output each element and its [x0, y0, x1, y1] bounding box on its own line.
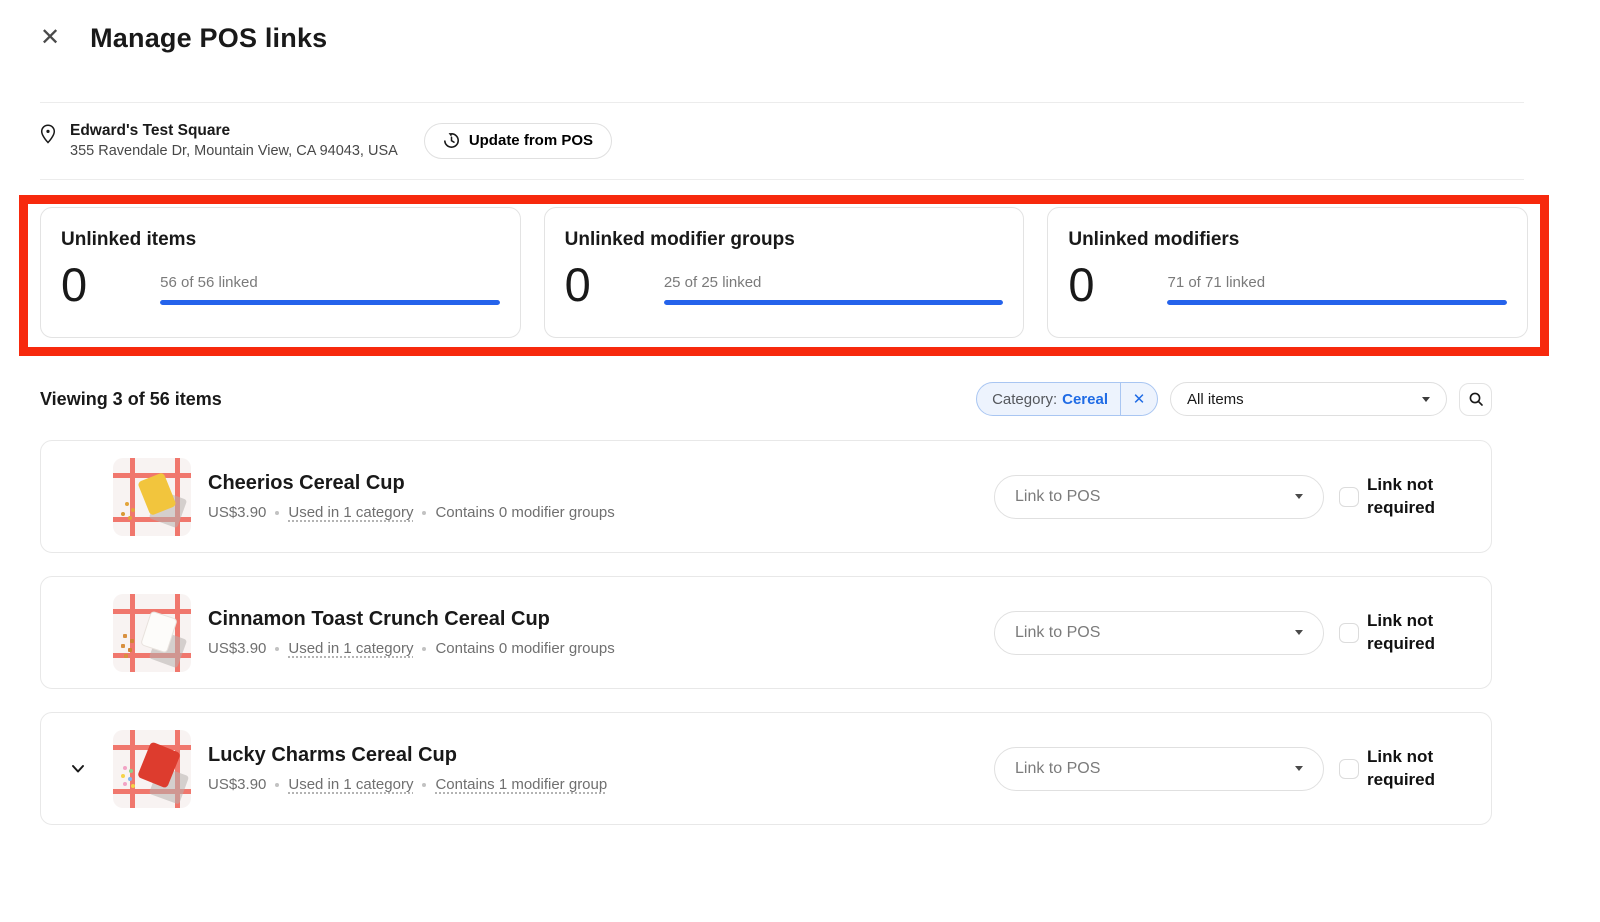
chevron-down-icon [1295, 766, 1303, 771]
link-not-required-checkbox[interactable] [1339, 623, 1359, 643]
filter-chip-value: Cereal [1062, 391, 1108, 408]
chevron-down-icon [1295, 630, 1303, 635]
close-icon[interactable]: ✕ [40, 26, 60, 50]
link-not-required-checkbox[interactable] [1339, 487, 1359, 507]
stat-card-title: Unlinked items [61, 229, 500, 251]
location-info: Edward's Test Square 355 Ravendale Dr, M… [70, 122, 398, 159]
stat-card-unlinked-modifiers: Unlinked modifiers 0 71 of 71 linked [1047, 207, 1528, 338]
item-modifier-info: Contains 0 modifier groups [435, 640, 614, 657]
item-name: Lucky Charms Cereal Cup [208, 744, 607, 767]
item-row-cinnamon-toast-crunch: Cinnamon Toast Crunch Cereal Cup US$3.90… [40, 576, 1492, 689]
dot-separator [275, 783, 279, 787]
items-filter-dropdown[interactable]: All items [1170, 382, 1447, 416]
item-row-lucky-charms: Lucky Charms Cereal Cup US$3.90 Used in … [40, 712, 1492, 825]
item-category-usage[interactable]: Used in 1 category [288, 640, 413, 657]
link-not-required-control: Link not required [1339, 474, 1445, 518]
location-pin-icon [40, 124, 56, 144]
item-image [113, 594, 191, 672]
progress-label: 71 of 71 linked [1167, 274, 1507, 291]
items-toolbar: Viewing 3 of 56 items Category: Cereal ✕… [40, 382, 1492, 416]
progress-bar [1167, 300, 1507, 305]
item-price: US$3.90 [208, 640, 266, 657]
dot-separator [422, 511, 426, 515]
item-info: Cheerios Cereal Cup US$3.90 Used in 1 ca… [208, 472, 615, 521]
search-icon [1468, 391, 1484, 407]
progress-bar [664, 300, 1004, 305]
link-not-required-control: Link not required [1339, 610, 1445, 654]
dot-separator [275, 511, 279, 515]
link-not-required-label: Link not required [1367, 610, 1445, 654]
link-to-pos-dropdown[interactable]: Link to POS [994, 747, 1324, 791]
item-info: Cinnamon Toast Crunch Cereal Cup US$3.90… [208, 608, 615, 657]
stat-card-title: Unlinked modifier groups [565, 229, 1004, 251]
item-meta: US$3.90 Used in 1 category Contains 0 mo… [208, 640, 615, 657]
item-price: US$3.90 [208, 504, 266, 521]
item-name: Cheerios Cereal Cup [208, 472, 615, 495]
progress-bar [160, 300, 500, 305]
update-from-pos-button[interactable]: Update from POS [424, 123, 612, 159]
dot-separator [422, 647, 426, 651]
search-button[interactable] [1459, 383, 1492, 416]
progress-fill [160, 300, 500, 305]
stat-card-title: Unlinked modifiers [1068, 229, 1507, 251]
annotation-highlight-box: Unlinked items 0 56 of 56 linked Unlinke… [19, 195, 1549, 356]
modal-header: ✕ Manage POS links [0, 0, 1600, 60]
item-info: Lucky Charms Cereal Cup US$3.90 Used in … [208, 744, 607, 793]
item-price: US$3.90 [208, 776, 266, 793]
dot-separator [275, 647, 279, 651]
item-image [113, 458, 191, 536]
dot-separator [422, 783, 426, 787]
link-not-required-control: Link not required [1339, 746, 1445, 790]
progress-fill [1167, 300, 1507, 305]
link-to-pos-dropdown[interactable]: Link to POS [994, 475, 1324, 519]
items-filter-value: All items [1187, 391, 1244, 408]
link-to-pos-placeholder: Link to POS [1015, 760, 1100, 778]
update-from-pos-label: Update from POS [469, 132, 593, 149]
item-name: Cinnamon Toast Crunch Cereal Cup [208, 608, 615, 631]
item-image [113, 730, 191, 808]
store-address: 355 Ravendale Dr, Mountain View, CA 9404… [70, 143, 398, 159]
item-modifier-info: Contains 0 modifier groups [435, 504, 614, 521]
item-meta: US$3.90 Used in 1 category Contains 1 mo… [208, 776, 607, 793]
item-modifier-info[interactable]: Contains 1 modifier group [435, 776, 607, 793]
stat-count: 0 [565, 261, 590, 308]
items-list: Cheerios Cereal Cup US$3.90 Used in 1 ca… [40, 440, 1492, 825]
item-category-usage[interactable]: Used in 1 category [288, 776, 413, 793]
chevron-down-icon [1295, 494, 1303, 499]
filter-chip-prefix: Category: [992, 391, 1057, 408]
link-to-pos-placeholder: Link to POS [1015, 488, 1100, 506]
item-category-usage[interactable]: Used in 1 category [288, 504, 413, 521]
progress-label: 25 of 25 linked [664, 274, 1004, 291]
link-to-pos-dropdown[interactable]: Link to POS [994, 611, 1324, 655]
expand-chevron-icon[interactable] [71, 764, 85, 773]
divider [40, 179, 1524, 180]
category-filter-chip[interactable]: Category: Cereal ✕ [976, 382, 1158, 416]
chevron-down-icon [1422, 397, 1430, 402]
link-not-required-label: Link not required [1367, 746, 1445, 790]
progress-fill [664, 300, 1004, 305]
refresh-clock-icon [443, 132, 460, 149]
page-title: Manage POS links [90, 23, 327, 54]
stats-cards: Unlinked items 0 56 of 56 linked Unlinke… [40, 207, 1528, 338]
item-meta: US$3.90 Used in 1 category Contains 0 mo… [208, 504, 615, 521]
remove-filter-icon[interactable]: ✕ [1121, 383, 1157, 415]
stat-card-unlinked-items: Unlinked items 0 56 of 56 linked [40, 207, 521, 338]
location-bar: Edward's Test Square 355 Ravendale Dr, M… [0, 103, 1600, 179]
stat-count: 0 [61, 261, 86, 308]
viewing-count-label: Viewing 3 of 56 items [40, 389, 222, 410]
link-to-pos-placeholder: Link to POS [1015, 624, 1100, 642]
stat-card-unlinked-modifier-groups: Unlinked modifier groups 0 25 of 25 link… [544, 207, 1025, 338]
store-name: Edward's Test Square [70, 122, 398, 140]
stat-count: 0 [1068, 261, 1093, 308]
link-not-required-checkbox[interactable] [1339, 759, 1359, 779]
item-row-cheerios: Cheerios Cereal Cup US$3.90 Used in 1 ca… [40, 440, 1492, 553]
progress-label: 56 of 56 linked [160, 274, 500, 291]
link-not-required-label: Link not required [1367, 474, 1445, 518]
